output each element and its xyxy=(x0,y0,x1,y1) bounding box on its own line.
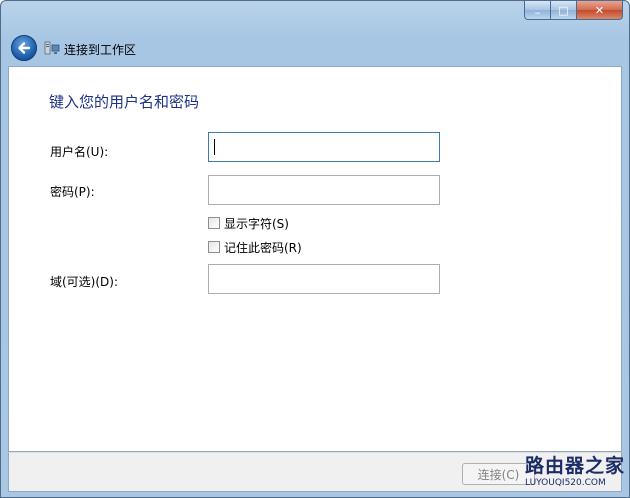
maximize-button[interactable]: □ xyxy=(551,1,577,20)
minimize-button[interactable]: – xyxy=(524,1,551,20)
watermark-title: 路由器之家 xyxy=(525,455,626,477)
instruction-heading: 键入您的用户名和密码 xyxy=(49,93,200,111)
username-label: 用户名(U): xyxy=(50,145,109,159)
show-characters-checkbox[interactable] xyxy=(208,217,220,229)
close-button[interactable]: ✕ xyxy=(577,1,623,20)
navigation-bar: 连接到工作区 xyxy=(8,31,622,66)
back-button[interactable] xyxy=(11,35,37,61)
domain-field[interactable] xyxy=(208,264,440,294)
show-characters-label[interactable]: 显示字符(S) xyxy=(224,215,289,232)
dialog-title: 连接到工作区 xyxy=(64,43,137,57)
caption-buttons: – □ ✕ xyxy=(524,1,623,20)
close-icon: ✕ xyxy=(594,3,605,17)
remember-password-label[interactable]: 记住此密码(R) xyxy=(224,239,302,256)
minimize-icon: – xyxy=(534,5,541,19)
text-caret xyxy=(214,139,215,155)
title-bar[interactable]: – □ ✕ xyxy=(1,1,629,31)
network-workplace-icon xyxy=(44,41,60,55)
dialog-window: – □ ✕ 连接到工作区 键入您的用户名和密码 用户名(U): 密码(P): 显… xyxy=(0,0,630,498)
remember-password-checkbox[interactable] xyxy=(208,241,220,253)
back-arrow-icon xyxy=(18,42,31,54)
password-label: 密码(P): xyxy=(50,185,95,199)
password-field[interactable] xyxy=(208,175,440,205)
username-field[interactable] xyxy=(208,132,440,162)
maximize-icon: □ xyxy=(558,3,569,17)
site-watermark: 路由器之家 LUYOUQI520.COM xyxy=(525,455,629,495)
watermark-url: LUYOUQI520.COM xyxy=(525,478,606,488)
domain-label: 域(可选)(D): xyxy=(50,275,119,289)
content-area: 键入您的用户名和密码 用户名(U): 密码(P): 显示字符(S) 记住此密码(… xyxy=(8,66,622,452)
